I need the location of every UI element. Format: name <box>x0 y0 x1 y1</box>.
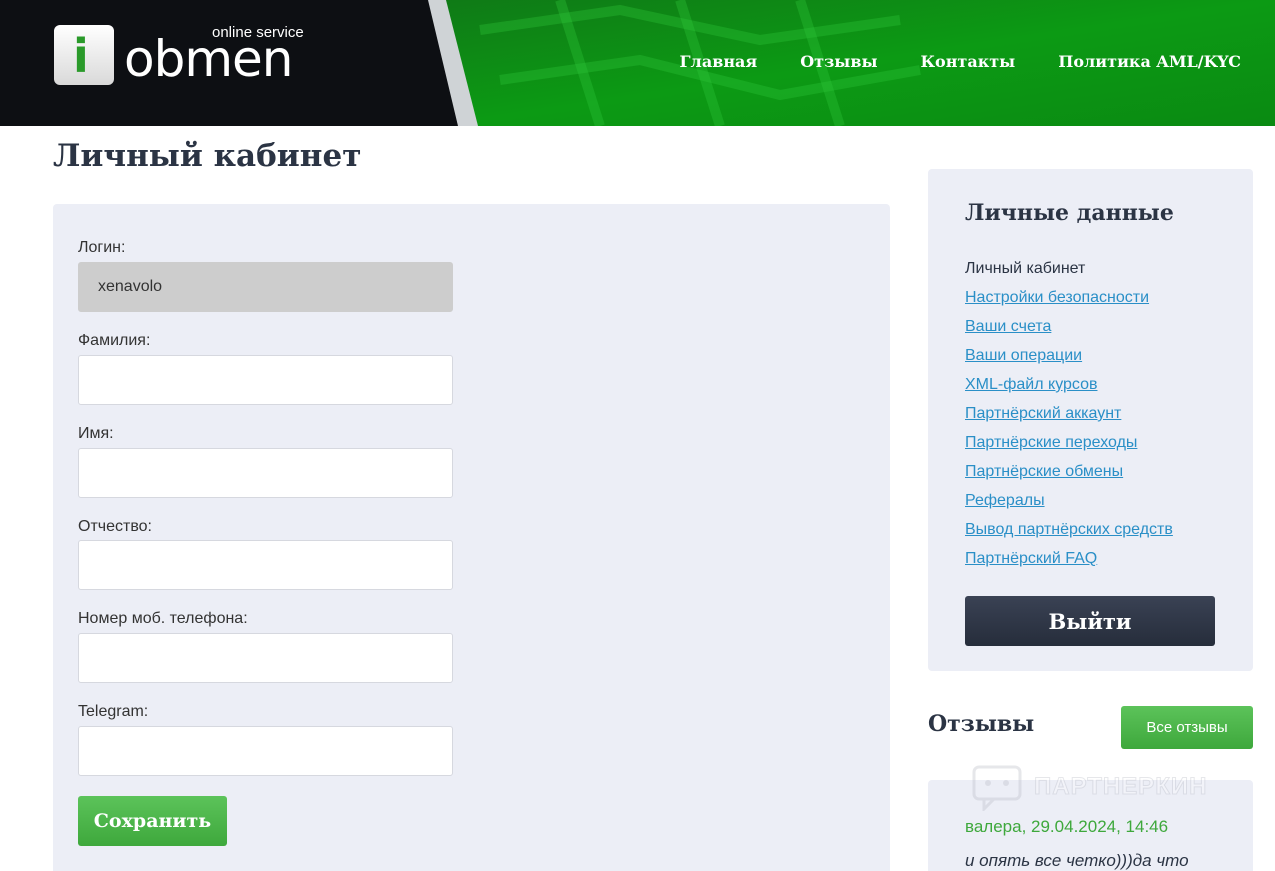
list-item: Партнёрский аккаунт <box>965 404 1173 433</box>
patronymic-label: Отчество: <box>78 518 152 535</box>
nav-aml-kyc[interactable]: Политика AML/KYC <box>1058 52 1241 71</box>
nav-home[interactable]: Главная <box>680 52 758 71</box>
patronymic-field[interactable] <box>78 540 453 590</box>
nav-reviews[interactable]: Отзывы <box>800 52 877 71</box>
menu-item-current: Личный кабинет <box>965 259 1173 288</box>
personal-data-panel: Личные данные Личный кабинет Настройки б… <box>928 169 1253 671</box>
logout-button[interactable]: Выйти <box>965 596 1215 646</box>
menu-item-cabinet: Личный кабинет <box>965 260 1086 277</box>
telegram-field[interactable] <box>78 726 453 776</box>
review-text: и опять все четко)))да что <box>965 851 1189 870</box>
list-item: XML-файл курсов <box>965 375 1173 404</box>
telegram-label: Telegram: <box>78 703 149 720</box>
page-title: Личный кабинет <box>53 138 362 174</box>
menu-item-xml-rates[interactable]: XML-файл курсов <box>965 376 1097 393</box>
menu-item-withdraw[interactable]: Вывод партнёрских средств <box>965 521 1173 538</box>
list-item: Ваши операции <box>965 346 1173 375</box>
list-item: Партнёрские переходы <box>965 433 1173 462</box>
login-field[interactable] <box>78 262 453 312</box>
watermark-chat-icon <box>972 765 1022 813</box>
menu-item-referrals[interactable]: Рефералы <box>965 492 1045 509</box>
menu-item-security[interactable]: Настройки безопасности <box>965 289 1149 306</box>
list-item: Рефералы <box>965 491 1173 520</box>
list-item: Настройки безопасности <box>965 288 1173 317</box>
watermark-text: ПАРТНЕРКИН <box>1034 773 1208 801</box>
logo-tagline: online service <box>212 24 304 41</box>
list-item: Вывод партнёрских средств <box>965 520 1173 549</box>
phone-field[interactable] <box>78 633 453 683</box>
first-name-label: Имя: <box>78 425 114 442</box>
menu-item-partner-account[interactable]: Партнёрский аккаунт <box>965 405 1121 422</box>
menu-item-accounts[interactable]: Ваши счета <box>965 318 1051 335</box>
login-label: Логин: <box>78 239 126 256</box>
nav-contacts[interactable]: Контакты <box>920 52 1015 71</box>
all-reviews-button[interactable]: Все отзывы <box>1121 706 1253 749</box>
review-meta: валера, 29.04.2024, 14:46 <box>965 817 1169 836</box>
watermark: ПАРТНЕРКИН <box>972 765 1232 813</box>
list-item: Ваши счета <box>965 317 1173 346</box>
list-item: Партнёрский FAQ <box>965 549 1173 578</box>
phone-label: Номер моб. телефона: <box>78 610 248 627</box>
menu-item-partner-faq[interactable]: Партнёрский FAQ <box>965 550 1097 567</box>
surname-label: Фамилия: <box>78 332 151 349</box>
menu-item-partner-exchanges[interactable]: Партнёрские обмены <box>965 463 1123 480</box>
main-nav: Главная Отзывы Контакты Политика AML/KYC <box>637 52 1242 71</box>
logo-badge: i <box>54 25 114 85</box>
personal-data-title: Личные данные <box>965 200 1174 226</box>
first-name-field[interactable] <box>78 448 453 498</box>
menu-item-partner-visits[interactable]: Партнёрские переходы <box>965 434 1137 451</box>
menu-item-operations[interactable]: Ваши операции <box>965 347 1082 364</box>
account-menu: Личный кабинет Настройки безопасности Ва… <box>965 259 1173 578</box>
reviews-title: Отзывы <box>928 711 1035 737</box>
save-button[interactable]: Сохранить <box>78 796 227 846</box>
surname-field[interactable] <box>78 355 453 405</box>
site-header: i obmen online service Главная Отзывы Ко… <box>0 0 1275 126</box>
profile-form: Логин: Фамилия: Имя: Отчество: Номер моб… <box>53 204 890 871</box>
logo-letter: i <box>73 29 89 83</box>
list-item: Партнёрские обмены <box>965 462 1173 491</box>
